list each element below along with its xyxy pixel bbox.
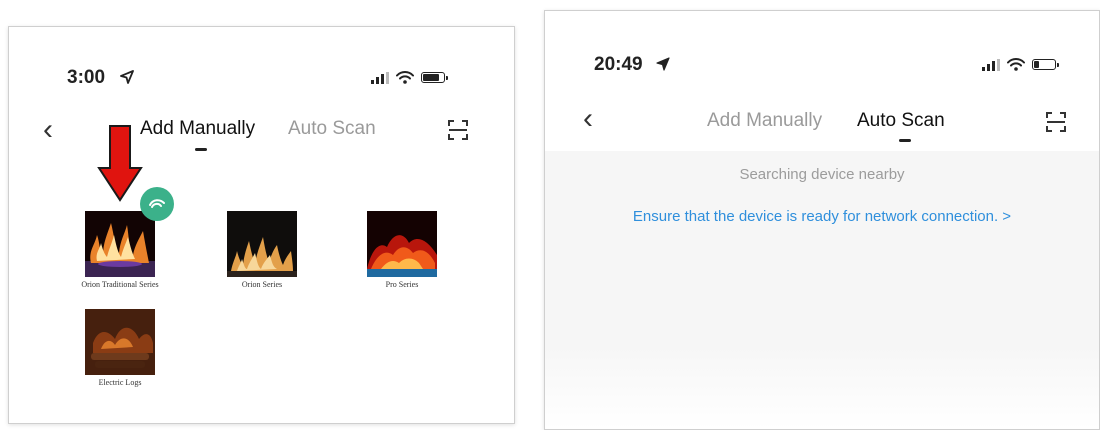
status-icons (982, 58, 1059, 71)
signal-bars-icon (371, 71, 389, 84)
scan-results-area (545, 151, 1099, 429)
searching-status-text: Searching device nearby (739, 166, 905, 183)
phone-screen-auto-scan: 20:49 ‹ Add Manually Auto Scan Searching… (544, 10, 1100, 430)
electric-logs-thumbnail (85, 309, 155, 375)
battery-icon (1032, 59, 1059, 70)
phone-screen-add-manually: 3:00 ‹ Add Manually Auto Scan Orion Trad… (8, 26, 515, 424)
active-tab-indicator (195, 148, 207, 151)
wifi-icon (1007, 58, 1025, 71)
device-pro-series[interactable]: Pro Series (352, 211, 452, 290)
wifi-icon (396, 71, 414, 84)
fireplace-flame-thumbnail (227, 211, 297, 277)
active-tab-indicator (899, 139, 911, 142)
scan-frame-icon[interactable] (447, 119, 469, 141)
device-label: Orion Traditional Series (81, 280, 159, 289)
fireplace-flame-thumbnail (85, 211, 155, 277)
tab-auto-scan[interactable]: Auto Scan (857, 110, 945, 132)
device-orion-series[interactable]: Orion Series (212, 211, 312, 290)
network-ready-link[interactable]: Ensure that the device is ready for netw… (545, 208, 1099, 225)
back-chevron-icon[interactable]: ‹ (583, 104, 593, 134)
back-chevron-icon[interactable]: ‹ (43, 115, 53, 145)
location-arrow-icon (656, 57, 670, 71)
fireplace-flame-thumbnail (367, 211, 437, 277)
status-time: 20:49 (594, 54, 643, 75)
battery-icon (421, 72, 448, 83)
tab-add-manually[interactable]: Add Manually (140, 118, 255, 140)
status-time: 3:00 (67, 67, 106, 88)
device-orion-traditional-series[interactable]: Orion Traditional Series (70, 211, 170, 290)
tab-add-manually[interactable]: Add Manually (707, 110, 822, 132)
device-label: Electric Logs (98, 378, 142, 387)
location-arrow-icon (120, 70, 134, 84)
tab-auto-scan[interactable]: Auto Scan (288, 118, 376, 140)
device-electric-logs[interactable]: Electric Logs (70, 309, 170, 388)
connect-badge-icon (140, 187, 174, 221)
device-label: Orion Series (241, 280, 283, 289)
signal-bars-icon (982, 58, 1000, 71)
status-icons (371, 71, 448, 84)
device-label: Pro Series (385, 280, 419, 289)
red-down-arrow-icon (97, 125, 143, 202)
scan-frame-icon[interactable] (1045, 111, 1067, 133)
